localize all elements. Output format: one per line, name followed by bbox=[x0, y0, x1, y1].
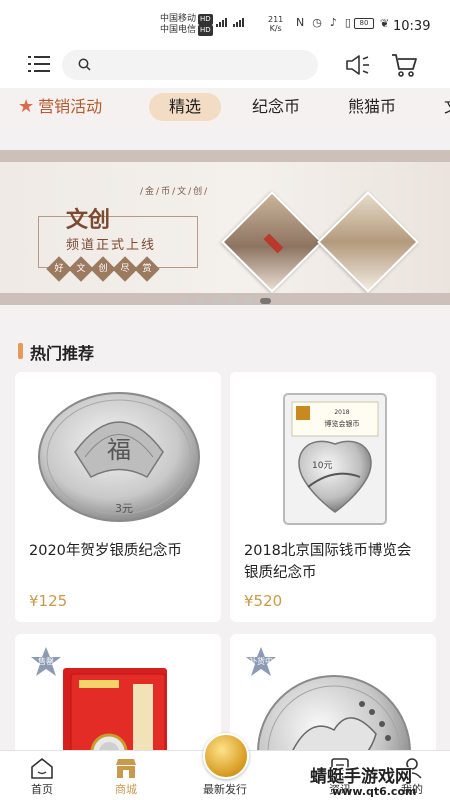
clock: 10:39 bbox=[393, 19, 431, 34]
star-icon: ★ bbox=[18, 96, 35, 117]
tab-featured[interactable]: 精选 bbox=[149, 93, 221, 121]
product-name: 2020年贺岁银质纪念币 bbox=[29, 543, 182, 559]
svg-text:博览会银币: 博览会银币 bbox=[325, 419, 360, 428]
carousel-dot[interactable] bbox=[260, 298, 271, 304]
tab-promotions[interactable]: ★ 营销活动 bbox=[18, 93, 102, 121]
carrier-2: 中国电信 bbox=[160, 25, 197, 35]
banner-photo bbox=[317, 191, 419, 293]
product-price: ¥125 bbox=[29, 592, 68, 610]
category-tabs: ★营销活动 精选 纪念币 熊猫币 文 bbox=[0, 88, 450, 128]
svg-text:10元: 10元 bbox=[312, 461, 332, 471]
svg-text:2018: 2018 bbox=[334, 409, 349, 416]
nav-mall[interactable]: 商城 bbox=[86, 751, 166, 800]
search-input[interactable] bbox=[100, 55, 300, 75]
product-image: 2018 博览会银币 10元 bbox=[283, 393, 387, 525]
carrier-info: 中国移动 HD 中国电信 HD bbox=[160, 14, 213, 36]
signal-icons bbox=[216, 18, 244, 27]
carousel-dot[interactable] bbox=[244, 298, 255, 304]
system-icons: N ◷ ♪ ▯ bbox=[296, 16, 351, 29]
cart-icon[interactable] bbox=[390, 52, 418, 78]
menu-icon[interactable] bbox=[28, 56, 50, 72]
gold-coin-icon bbox=[203, 733, 249, 779]
hd-badge: HD bbox=[198, 14, 213, 25]
alarm-icon: ◷ bbox=[312, 16, 322, 29]
product-image: 福 3元 bbox=[38, 392, 200, 522]
vibrate-icon: ▯ bbox=[344, 16, 351, 29]
banner-subtitle: 频道正式上线 bbox=[66, 238, 157, 253]
section-title: 热门推荐 bbox=[18, 340, 94, 364]
nav-home[interactable]: 首页 bbox=[2, 751, 82, 800]
carousel-dot[interactable] bbox=[180, 298, 191, 304]
net-speed: 211 K/s bbox=[268, 15, 284, 33]
nfc-icon: N bbox=[296, 16, 305, 29]
battery-icon: 80 bbox=[354, 18, 374, 29]
signal-icon bbox=[233, 18, 244, 27]
banner-photo bbox=[221, 191, 323, 293]
svg-text:福: 福 bbox=[107, 436, 131, 464]
speaker-icon[interactable] bbox=[344, 53, 372, 77]
shop-icon bbox=[116, 759, 136, 778]
banner-tagline: /金/币/文/创/ bbox=[140, 187, 210, 197]
carrier-1: 中国移动 bbox=[160, 14, 197, 24]
product-card[interactable]: 福 3元 2020年贺岁银质纪念币 ¥125 bbox=[15, 372, 221, 622]
tab-cultural[interactable]: 文 bbox=[444, 93, 450, 121]
mute-icon: ♪ bbox=[329, 16, 337, 29]
carousel-indicators bbox=[180, 298, 271, 304]
banner-title: 文创 bbox=[66, 207, 111, 233]
tab-panda-coins[interactable]: 熊猫币 bbox=[348, 93, 396, 121]
status-badge: 补货中 bbox=[244, 646, 278, 678]
nav-new-releases[interactable]: 最新发行 bbox=[185, 733, 265, 800]
carousel-dot[interactable] bbox=[196, 298, 207, 304]
svg-text:3元: 3元 bbox=[115, 502, 133, 515]
carousel-dot[interactable] bbox=[228, 298, 239, 304]
watermark-text: 蜻蜓手游戏网 bbox=[310, 767, 412, 787]
status-badge: 售罄 bbox=[29, 646, 63, 678]
promo-banner[interactable]: /金/币/文/创/ 文创 频道正式上线 好 文 创 尽 赏 bbox=[0, 150, 450, 305]
watermark-url: www.qt6.com bbox=[332, 785, 417, 798]
tab-commemorative-coins[interactable]: 纪念币 bbox=[252, 93, 300, 121]
search-icon bbox=[78, 58, 91, 71]
signal-icon bbox=[216, 18, 227, 27]
banner-seals: 好 文 创 尽 赏 bbox=[46, 256, 160, 282]
app-header bbox=[0, 40, 450, 88]
product-name: 2018北京国际钱币博览会银质纪念币 bbox=[244, 543, 412, 581]
home-icon bbox=[31, 758, 53, 779]
hd-badge: HD bbox=[198, 25, 213, 36]
product-price: ¥520 bbox=[244, 592, 283, 610]
leaf-icon: ❦ bbox=[380, 17, 390, 30]
status-bar: 中国移动 HD 中国电信 HD 211 K/s N ◷ ♪ ▯ 80 ❦ 10:39 bbox=[0, 0, 450, 40]
carousel-dot[interactable] bbox=[212, 298, 223, 304]
search-bar[interactable] bbox=[62, 50, 318, 80]
product-card[interactable]: 2018 博览会银币 10元 2018北京国际钱币博览会银质纪念币 ¥520 bbox=[230, 372, 436, 622]
